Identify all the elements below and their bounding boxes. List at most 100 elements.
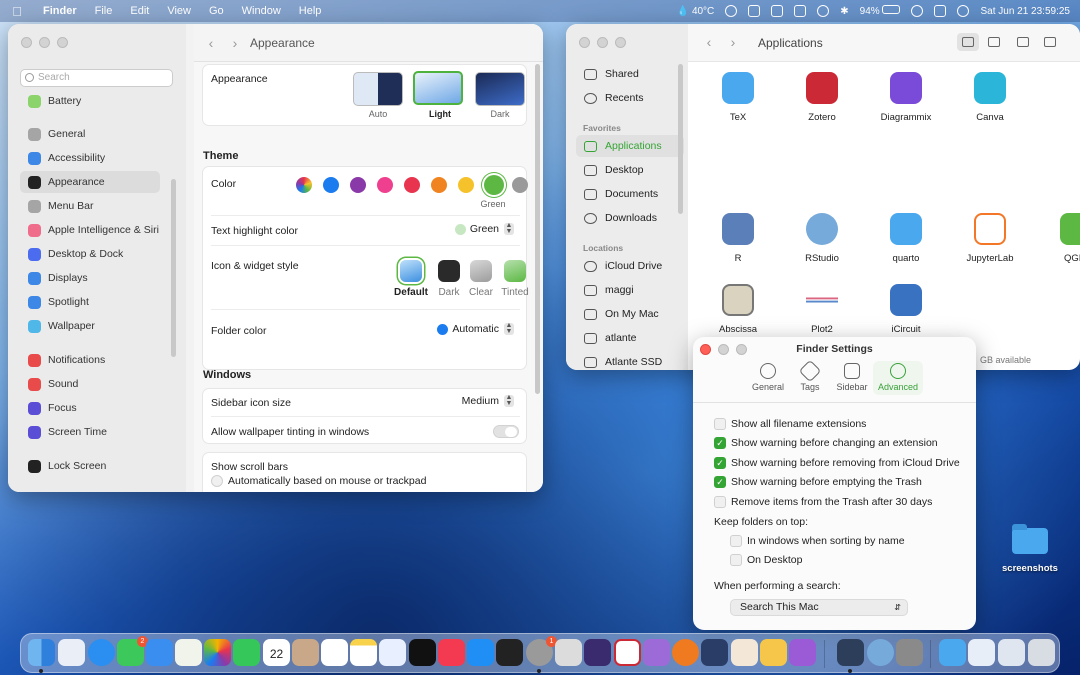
icon-view-button[interactable] [957,33,979,51]
zotero-dock-icon[interactable] [614,639,641,666]
sidebar-item-wallpaper[interactable]: Wallpaper [20,315,160,337]
system-settings-dock-icon[interactable]: 1 [526,636,557,666]
folders-top-windows-checkbox[interactable]: In windows when sorting by name [730,535,905,547]
appearance-auto-option[interactable] [353,72,403,106]
sidebar-scrollbar[interactable] [171,179,176,357]
mail-dock-icon[interactable] [146,639,173,666]
sidebar-item-applications[interactable]: Applications [576,135,684,157]
sidebar-item-notifications[interactable]: Notifications [20,349,160,371]
warn-icloud-checkbox[interactable]: ✓ Show warning before removing from iClou… [714,457,960,469]
accent-pink-swatch[interactable] [377,177,393,193]
app-item[interactable]: Plot2 [782,284,862,335]
sidebar-item-shared[interactable]: Shared [576,63,684,85]
sidebar-item-maggi[interactable]: maggi [576,279,684,301]
accent-purple-swatch[interactable] [350,177,366,193]
back-button[interactable]: ‹ [698,32,720,52]
app-item[interactable]: R [698,213,778,264]
sidebar-icon-size-popup[interactable]: Medium ▲ ▼ [462,394,514,408]
app-item[interactable]: iCircuit [866,284,946,335]
accent-yellow-swatch[interactable] [458,177,474,193]
icon-style-tinted-option[interactable] [504,260,526,282]
gallery-view-button[interactable] [1039,33,1061,51]
speedometer-icon[interactable] [725,5,738,17]
folders-top-desktop-checkbox[interactable]: On Desktop [730,554,802,566]
sidebar-item-atlante-ssd[interactable]: Atlante SSD [576,351,684,370]
text-highlight-popup[interactable]: Green ▲ ▼ [454,222,514,235]
tab-tags[interactable]: Tags [788,359,832,392]
app-item[interactable]: Canva [950,72,1030,123]
contacts-dock-icon[interactable] [292,639,319,666]
icon-style-default-option[interactable] [400,260,422,282]
tab-advanced[interactable]: Advanced [873,361,923,395]
preview-dock-icon[interactable] [555,639,582,666]
close-button[interactable] [579,37,590,48]
column-view-button[interactable] [1012,33,1034,51]
downloads-stack-icon[interactable] [939,639,966,666]
pane-scrollbar[interactable] [535,64,540,394]
accent-green-swatch[interactable] [484,175,504,195]
minimize-button[interactable] [597,37,608,48]
control-center-icon[interactable] [934,5,947,17]
app-item[interactable]: quarto [866,213,946,264]
sidebar-item-displays[interactable]: Displays [20,267,160,289]
messages-dock-icon[interactable]: 2 [117,636,148,666]
desktop-folder-label[interactable]: screenshots [994,563,1066,574]
photos-dock-icon[interactable] [204,639,231,666]
finder-dock-icon[interactable] [28,639,55,666]
sidebar-item-screen-time[interactable]: Screen Time [20,421,160,443]
menu-go[interactable]: Go [200,5,233,17]
typist-dock-icon[interactable] [896,639,923,666]
archive-dock-icon[interactable] [760,639,787,666]
clock[interactable]: Sat Jun 21 23:59:25 [980,6,1070,17]
safari-dock-icon[interactable] [88,639,115,666]
forward-button[interactable]: › [224,33,246,53]
reminders-dock-icon[interactable] [321,639,348,666]
sidebar-item-apple-intelligence[interactable]: Apple Intelligence & Siri [20,219,160,241]
bluetooth-icon[interactable]: ✱ [840,6,848,17]
wifi-icon[interactable] [911,5,924,17]
accent-red-swatch[interactable] [404,177,420,193]
accent-blue-swatch[interactable] [323,177,339,193]
remove-trash-checkbox[interactable]: Remove items from the Trash after 30 day… [714,496,932,508]
minimize-button[interactable] [39,37,50,48]
activity-dock-icon[interactable] [837,639,864,666]
zoom-button[interactable] [615,37,626,48]
sidebar-item-icloud-drive[interactable]: iCloud Drive [576,255,684,277]
facetime-dock-icon[interactable] [233,639,260,666]
menu-view[interactable]: View [158,5,200,17]
sidebar-item-desktop-dock[interactable]: Desktop & Dock [20,243,160,265]
app-item[interactable]: Zotero [782,72,862,123]
temperature-status[interactable]: 💧 40°C [677,6,715,17]
calendar-dock-icon[interactable]: 22 [263,639,290,666]
back-button[interactable]: ‹ [200,33,222,53]
show-extensions-checkbox[interactable]: Show all filename extensions [714,418,866,430]
appearance-light-option[interactable] [413,71,463,105]
tv-dock-icon[interactable] [409,639,436,666]
finder-sidebar-scrollbar[interactable] [678,64,683,214]
airplay-icon[interactable] [817,5,830,17]
sidebar-item-battery[interactable]: Battery [20,90,160,112]
wallpaper-tinting-toggle[interactable] [493,425,519,438]
app-item[interactable]: Abscissa [698,284,778,335]
sidebar-item-appearance[interactable]: Appearance [20,171,160,193]
close-button[interactable] [21,37,32,48]
music-dock-icon[interactable] [438,639,465,666]
accent-orange-swatch[interactable] [431,177,447,193]
menu-help[interactable]: Help [290,5,331,17]
zoom-button[interactable] [57,37,68,48]
notes-dock-icon[interactable] [350,639,377,666]
sidebar-item-spotlight[interactable]: Spotlight [20,291,160,313]
battery-status[interactable]: 94% [860,5,901,17]
obsidian-dock-icon[interactable] [584,639,611,666]
menu-window[interactable]: Window [233,5,290,17]
sidebar-item-recents[interactable]: Recents [576,87,684,109]
sidebar-item-general[interactable]: General [20,123,160,145]
menu-app-name[interactable]: Finder [34,5,86,17]
icon-style-clear-option[interactable] [470,260,492,282]
app-store-dock-icon[interactable] [467,639,494,666]
screenshots-stack-icon[interactable] [968,639,995,666]
menu-file[interactable]: File [86,5,122,17]
sidebar-item-lock-screen[interactable]: Lock Screen [20,455,160,477]
apple-menu-icon[interactable]:  [0,4,34,19]
warn-extension-checkbox[interactable]: ✓ Show warning before changing an extensi… [714,437,938,449]
